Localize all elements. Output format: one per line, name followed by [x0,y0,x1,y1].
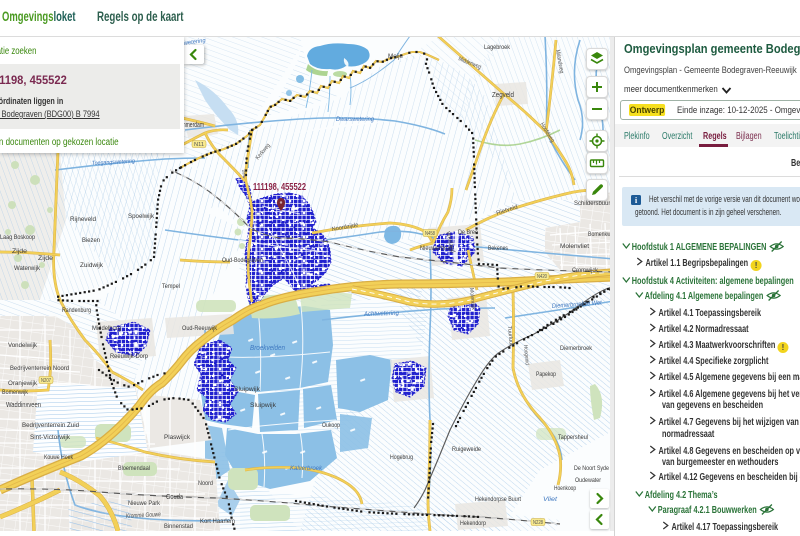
svg-text:N207: N207 [41,378,51,384]
svg-text:Bomenwijk: Bomenwijk [2,389,29,396]
svg-text:Plaswijck: Plaswijck [164,434,191,441]
svg-text:Zegveld: Zegveld [492,92,514,99]
svg-text:Nieuwe Park: Nieuwe Park [128,500,161,507]
svg-text:Broekvelden: Broekvelden [250,345,285,352]
svg-text:Tappersheul: Tappersheul [558,435,588,441]
svg-text:Diemerbroek: Diemerbroek [560,345,593,352]
svg-text:De Noort Syde: De Noort Syde [574,466,610,472]
svg-text:Dwarswetering: Dwarswetering [336,116,374,123]
svg-text:Meije: Meije [388,53,403,60]
svg-text:Zijde: Zijde [38,255,53,262]
svg-text:Rijneveld: Rijneveld [70,216,96,223]
svg-text:Oranjewijk: Oranjewijk [8,380,38,387]
svg-text:Bedrijventerrein Zuid: Bedrijventerrein Zuid [22,423,79,429]
svg-text:Hekendorp: Hekendorp [460,520,486,527]
svg-text:Sluipwijk: Sluipwijk [250,402,277,409]
svg-text:Biezen: Biezen [82,237,100,244]
svg-text:Binnenstad: Binnenstad [164,523,193,530]
svg-text:Hekendorpse Buurt: Hekendorpse Buurt [475,497,521,503]
svg-text:Sluipwijk: Sluipwijk [234,386,261,393]
svg-text:Waterwijk: Waterwijk [14,265,41,272]
svg-text:Sint-Victorwijk: Sint-Victorwijk [30,435,71,441]
svg-text:De Bree: De Bree [458,229,478,236]
svg-text:Hogebrug: Hogebrug [390,454,413,461]
svg-text:Oud-Reeuwijk: Oud-Reeuwijk [182,325,218,332]
svg-text:Ruigeweide: Ruigeweide [452,446,481,453]
svg-text:N11: N11 [194,142,204,148]
svg-text:Achtwetering: Achtwetering [363,310,400,318]
svg-text:Lagebroek: Lagebroek [484,44,511,51]
svg-text:Waddinxveen: Waddinxveen [6,402,41,409]
svg-text:Molenvliet: Molenvliet [560,243,589,250]
svg-text:Tempel: Tempel [162,283,180,290]
svg-text:Vondelwijk: Vondelwijk [8,342,38,349]
svg-text:N420: N420 [537,274,547,280]
svg-text:111198, 455522: 111198, 455522 [253,181,306,193]
svg-text:Papekop: Papekop [536,371,556,378]
svg-text:Vliet: Vliet [543,497,557,503]
svg-text:Hoenkoop: Hoenkoop [554,486,577,492]
svg-text:N458: N458 [425,231,435,237]
svg-text:Oukoop: Oukoop [322,422,340,429]
svg-text:Spoelwijk: Spoelwijk [128,213,155,220]
svg-text:Bekenes: Bekenes [488,245,509,252]
svg-text:Reeuwijk-Dorp: Reeuwijk-Dorp [110,353,148,360]
svg-text:Zuidwijk: Zuidwijk [80,262,104,269]
svg-text:Oudewater: Oudewater [575,477,602,484]
svg-text:Noord: Noord [198,480,213,487]
svg-text:Laag Boskoop: Laag Boskoop [0,234,35,241]
svg-text:Dam: Dam [240,169,247,177]
svg-text:Middelburg: Middelburg [92,325,121,332]
svg-text:Oud-Bodegraven: Oud-Bodegraven [222,257,263,264]
svg-text:Kalverbroek: Kalverbroek [290,465,323,472]
svg-text:Zijde: Zijde [12,248,27,255]
svg-text:Nieuwerbrug: Nieuwerbrug [420,245,452,252]
svg-text:Cromwijck: Cromwijck [572,267,599,274]
svg-text:N228: N228 [533,520,543,526]
svg-text:Bloemendaal: Bloemendaal [118,465,150,472]
svg-text:Gouda: Gouda [166,492,184,501]
svg-text:Kort Haarlem: Kort Haarlem [200,518,235,525]
svg-text:Bedrijventerrein Noord: Bedrijventerrein Noord [10,366,69,372]
svg-text:Kouwe Hoek: Kouwe Hoek [44,454,74,461]
svg-text:Randenburg: Randenburg [62,307,91,314]
